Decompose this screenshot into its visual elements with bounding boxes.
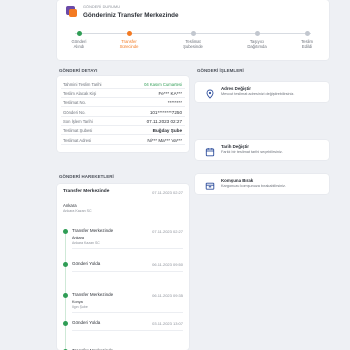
- detail-key: Son İşlem Tarihi: [63, 119, 93, 124]
- event-title: Gönderi Yolda: [72, 261, 101, 266]
- event-sublocation: Ankara Kazan SC: [72, 241, 100, 245]
- detail-key: Teslim Alacak Kişi: [63, 91, 97, 96]
- op-title: Tarih Değiştir: [221, 144, 249, 149]
- event-date: 06.11.2023 09:35: [152, 293, 183, 298]
- moves-head-location: Ankara: [63, 203, 77, 208]
- event-date: 06.11.2023 09:50: [152, 262, 183, 267]
- event-title: Gönderi Yolda: [72, 320, 101, 325]
- event-location: Ankara: [72, 236, 85, 240]
- status-step-dot: [76, 31, 82, 36]
- moves-head-date: 07.11.2023 02:27: [152, 190, 183, 195]
- detail-value: 101********7250: [149, 110, 182, 115]
- detail-key: Teslimat Şubesi: [63, 128, 93, 133]
- status-step-dot: [190, 31, 196, 36]
- status-step-dot: [304, 31, 310, 36]
- leave-with-neighbor-button[interactable]: Komşuna Bırak Kargonuzu komşunuza bıraka…: [195, 174, 329, 194]
- event-dot: [63, 293, 68, 298]
- op-title: Komşuna Bırak: [221, 178, 254, 183]
- timeline-line: [65, 230, 66, 350]
- status-step: Teslim Edildi: [292, 30, 322, 49]
- detail-value: 04 Kasım Cumartesi: [144, 82, 182, 87]
- moves-section-title: GÖNDERİ HAREKETLERİ: [59, 174, 114, 179]
- status-step-label: Teslimat Şubesinde: [183, 39, 203, 49]
- event-title: Transfer Merkezinde: [72, 292, 114, 297]
- detail-value: ********: [167, 100, 182, 105]
- detail-row: Teslim Alacak Kişi Fe*** KA***: [61, 89, 185, 98]
- status-step: Taşıyıcı Dağıtımda: [242, 30, 272, 49]
- op-title: Adres Değiştir: [221, 86, 252, 91]
- detail-value: Buğday Şube: [152, 128, 182, 133]
- detail-key: Tahmini Teslim Tarihi: [63, 82, 102, 87]
- event-dot: [63, 262, 68, 267]
- event-location: Konya: [72, 300, 83, 304]
- change-date-button[interactable]: Tarih Değiştir Farklı bir teslimat tarih…: [195, 140, 329, 160]
- detail-row: Teslimat No. ********: [61, 98, 185, 107]
- detail-row: Teslimat Adresi Ni*** Ma*** Va***: [61, 136, 185, 145]
- detail-key: Gönderi No.: [63, 110, 86, 115]
- status-step: Gönderi Alındı: [64, 30, 94, 49]
- package-icon: [205, 178, 215, 190]
- shipment-detail-card: Tahmini Teslim Tarihi 04 Kasım Cumartesi T…: [57, 76, 189, 152]
- change-address-button[interactable]: Adres Değiştir Mevcut teslimat adresiniz…: [195, 82, 329, 102]
- detail-row: Son İşlem Tarihi 07.11.2023 02:27: [61, 117, 185, 126]
- status-step: Teslimat Şubesinde: [178, 30, 208, 49]
- detail-value: Ni*** Ma*** Va***: [147, 138, 182, 143]
- event-separator: [72, 248, 183, 249]
- detail-key: Teslimat Adresi: [63, 138, 92, 143]
- status-step-label: Transfer Sürecinde: [119, 39, 139, 49]
- shipment-status-card: GÖNDERİ DURUMU Gönderiniz Transfer Merke…: [57, 0, 329, 60]
- event-dot: [63, 229, 68, 234]
- status-headline: Gönderiniz Transfer Merkezinde: [83, 12, 179, 19]
- moves-head-sublocation: Ankara Kazan SC: [63, 209, 92, 213]
- status-step-label: Taşıyıcı Dağıtımda: [247, 39, 267, 49]
- status-step: Transfer Sürecinde: [114, 30, 144, 49]
- status-step-label: Teslim Edildi: [301, 39, 313, 49]
- event-separator: [72, 330, 183, 331]
- op-subtitle: Kargonuzu komşunuza bırakabilirsiniz.: [221, 184, 287, 188]
- detail-row: Tahmini Teslim Tarihi 04 Kasım Cumartesi: [61, 80, 185, 89]
- detail-section-title: GÖNDERİ DETAYI: [59, 68, 98, 73]
- status-step-label: Gönderi Alındı: [71, 39, 87, 49]
- operations-section-title: GÖNDERİ İŞLEMLERİ: [197, 68, 244, 73]
- detail-value: Fe*** KA***: [158, 91, 183, 96]
- event-title: Transfer Merkezinde: [72, 228, 114, 233]
- event-separator: [72, 312, 183, 313]
- status-step-dot: [254, 31, 260, 36]
- op-subtitle: Farklı bir teslimat tarihi seçebilirsini…: [221, 150, 283, 154]
- status-step-dot: [126, 31, 132, 36]
- detail-key: Teslimat No.: [63, 100, 87, 105]
- calendar-icon: [205, 144, 215, 157]
- event-separator: [72, 271, 183, 272]
- moves-head-title: Transfer Merkezinde: [63, 189, 110, 194]
- event-date: 03.11.2023 13:07: [152, 321, 183, 326]
- event-sublocation: Ilgın Şube: [72, 305, 88, 309]
- detail-value: 07.11.2023 02:27: [146, 119, 182, 124]
- brand-logo: [66, 6, 77, 17]
- detail-row: Teslimat Şubesi Buğday Şube: [61, 126, 185, 135]
- detail-row: Gönderi No. 101********7250: [61, 108, 185, 117]
- event-dot: [63, 321, 68, 326]
- shipment-moves-card: Transfer Merkezinde 07.11.2023 02:27 Ank…: [57, 184, 189, 350]
- op-subtitle: Mevcut teslimat adresinizi değiştirebili…: [221, 92, 295, 96]
- status-kicker: GÖNDERİ DURUMU: [83, 5, 121, 9]
- event-date: 07.11.2023 02:27: [152, 229, 183, 234]
- map-pin-icon: [205, 86, 215, 99]
